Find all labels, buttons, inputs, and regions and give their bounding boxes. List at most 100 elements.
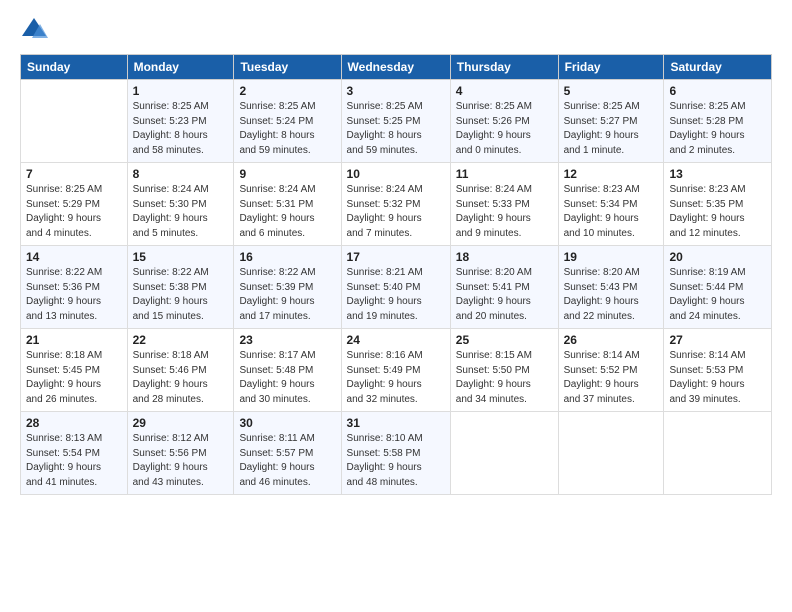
day-number: 8 xyxy=(133,167,229,181)
day-info: Sunrise: 8:18 AMSunset: 5:46 PMDaylight:… xyxy=(133,349,229,407)
day-number: 12 xyxy=(564,167,659,181)
day-info: Sunrise: 8:24 AMSunset: 5:33 PMDaylight:… xyxy=(456,183,553,241)
day-number: 14 xyxy=(26,250,122,264)
calendar-cell: 10 Sunrise: 8:24 AMSunset: 5:32 PMDayligh… xyxy=(341,163,450,246)
day-info: Sunrise: 8:24 AMSunset: 5:30 PMDaylight:… xyxy=(133,183,229,241)
day-info: Sunrise: 8:18 AMSunset: 5:45 PMDaylight:… xyxy=(26,349,122,407)
day-info: Sunrise: 8:25 AMSunset: 5:27 PMDaylight:… xyxy=(564,100,659,158)
day-info: Sunrise: 8:25 AMSunset: 5:23 PMDaylight:… xyxy=(133,100,229,158)
day-info: Sunrise: 8:21 AMSunset: 5:40 PMDaylight:… xyxy=(347,266,445,324)
calendar-week-3: 14 Sunrise: 8:22 AMSunset: 5:36 PMDayligh… xyxy=(21,246,772,329)
calendar-cell: 23 Sunrise: 8:17 AMSunset: 5:48 PMDayligh… xyxy=(234,329,341,412)
logo-icon xyxy=(20,16,48,44)
day-info: Sunrise: 8:11 AMSunset: 5:57 PMDaylight:… xyxy=(239,432,335,490)
col-header-tuesday: Tuesday xyxy=(234,55,341,80)
calendar-cell: 31Sunrise: 8:10 AMSunset: 5:58 PMDayligh… xyxy=(341,412,450,495)
day-info: Sunrise: 8:24 AMSunset: 5:31 PMDaylight:… xyxy=(239,183,335,241)
day-info: Sunrise: 8:20 AMSunset: 5:43 PMDaylight:… xyxy=(564,266,659,324)
day-info: Sunrise: 8:25 AMSunset: 5:29 PMDaylight:… xyxy=(26,183,122,241)
day-info: Sunrise: 8:14 AMSunset: 5:53 PMDaylight:… xyxy=(669,349,766,407)
day-info: Sunrise: 8:25 AMSunset: 5:24 PMDaylight:… xyxy=(239,100,335,158)
calendar-cell xyxy=(21,80,128,163)
day-info: Sunrise: 8:22 AMSunset: 5:38 PMDaylight:… xyxy=(133,266,229,324)
day-number: 6 xyxy=(669,84,766,98)
day-number: 20 xyxy=(669,250,766,264)
day-number: 4 xyxy=(456,84,553,98)
calendar-header: SundayMondayTuesdayWednesdayThursdayFrid… xyxy=(21,55,772,80)
calendar-week-5: 28Sunrise: 8:13 AMSunset: 5:54 PMDayligh… xyxy=(21,412,772,495)
day-info: Sunrise: 8:12 AMSunset: 5:56 PMDaylight:… xyxy=(133,432,229,490)
day-number: 24 xyxy=(347,333,445,347)
day-number: 30 xyxy=(239,416,335,430)
calendar-cell: 18 Sunrise: 8:20 AMSunset: 5:41 PMDayligh… xyxy=(450,246,558,329)
calendar-cell: 28Sunrise: 8:13 AMSunset: 5:54 PMDayligh… xyxy=(21,412,128,495)
calendar-cell: 2 Sunrise: 8:25 AMSunset: 5:24 PMDaylight… xyxy=(234,80,341,163)
col-header-thursday: Thursday xyxy=(450,55,558,80)
col-header-saturday: Saturday xyxy=(664,55,772,80)
calendar-cell: 19 Sunrise: 8:20 AMSunset: 5:43 PMDayligh… xyxy=(558,246,664,329)
day-info: Sunrise: 8:25 AMSunset: 5:28 PMDaylight:… xyxy=(669,100,766,158)
calendar-cell: 8 Sunrise: 8:24 AMSunset: 5:30 PMDaylight… xyxy=(127,163,234,246)
col-header-friday: Friday xyxy=(558,55,664,80)
day-info: Sunrise: 8:25 AMSunset: 5:26 PMDaylight:… xyxy=(456,100,553,158)
calendar-cell: 13Sunrise: 8:23 AMSunset: 5:35 PMDayligh… xyxy=(664,163,772,246)
day-number: 10 xyxy=(347,167,445,181)
day-number: 7 xyxy=(26,167,122,181)
calendar-cell xyxy=(664,412,772,495)
day-info: Sunrise: 8:17 AMSunset: 5:48 PMDaylight:… xyxy=(239,349,335,407)
col-header-monday: Monday xyxy=(127,55,234,80)
calendar-body: 1Sunrise: 8:25 AMSunset: 5:23 PMDaylight… xyxy=(21,80,772,495)
calendar-cell: 5 Sunrise: 8:25 AMSunset: 5:27 PMDaylight… xyxy=(558,80,664,163)
calendar-cell: 6 Sunrise: 8:25 AMSunset: 5:28 PMDaylight… xyxy=(664,80,772,163)
header xyxy=(20,16,772,44)
day-number: 26 xyxy=(564,333,659,347)
day-number: 18 xyxy=(456,250,553,264)
day-info: Sunrise: 8:24 AMSunset: 5:32 PMDaylight:… xyxy=(347,183,445,241)
day-number: 2 xyxy=(239,84,335,98)
day-number: 23 xyxy=(239,333,335,347)
day-number: 28 xyxy=(26,416,122,430)
day-number: 5 xyxy=(564,84,659,98)
calendar-cell: 27 Sunrise: 8:14 AMSunset: 5:53 PMDayligh… xyxy=(664,329,772,412)
day-number: 11 xyxy=(456,167,553,181)
day-number: 19 xyxy=(564,250,659,264)
day-number: 13 xyxy=(669,167,766,181)
col-header-sunday: Sunday xyxy=(21,55,128,80)
day-info: Sunrise: 8:25 AMSunset: 5:25 PMDaylight:… xyxy=(347,100,445,158)
day-number: 29 xyxy=(133,416,229,430)
calendar-cell: 12 Sunrise: 8:23 AMSunset: 5:34 PMDayligh… xyxy=(558,163,664,246)
day-number: 9 xyxy=(239,167,335,181)
day-info: Sunrise: 8:20 AMSunset: 5:41 PMDaylight:… xyxy=(456,266,553,324)
day-number: 16 xyxy=(239,250,335,264)
day-info: Sunrise: 8:16 AMSunset: 5:49 PMDaylight:… xyxy=(347,349,445,407)
day-number: 27 xyxy=(669,333,766,347)
calendar-cell: 16 Sunrise: 8:22 AMSunset: 5:39 PMDayligh… xyxy=(234,246,341,329)
calendar-cell: 24 Sunrise: 8:16 AMSunset: 5:49 PMDayligh… xyxy=(341,329,450,412)
day-number: 21 xyxy=(26,333,122,347)
calendar-table: SundayMondayTuesdayWednesdayThursdayFrid… xyxy=(20,54,772,495)
calendar-cell: 25Sunrise: 8:15 AMSunset: 5:50 PMDayligh… xyxy=(450,329,558,412)
day-number: 15 xyxy=(133,250,229,264)
calendar-cell xyxy=(558,412,664,495)
day-info: Sunrise: 8:14 AMSunset: 5:52 PMDaylight:… xyxy=(564,349,659,407)
day-info: Sunrise: 8:19 AMSunset: 5:44 PMDaylight:… xyxy=(669,266,766,324)
day-number: 22 xyxy=(133,333,229,347)
calendar-cell: 4 Sunrise: 8:25 AMSunset: 5:26 PMDaylight… xyxy=(450,80,558,163)
day-number: 3 xyxy=(347,84,445,98)
calendar-cell: 15 Sunrise: 8:22 AMSunset: 5:38 PMDayligh… xyxy=(127,246,234,329)
day-number: 17 xyxy=(347,250,445,264)
day-info: Sunrise: 8:22 AMSunset: 5:36 PMDaylight:… xyxy=(26,266,122,324)
day-info: Sunrise: 8:22 AMSunset: 5:39 PMDaylight:… xyxy=(239,266,335,324)
calendar-cell: 22 Sunrise: 8:18 AMSunset: 5:46 PMDayligh… xyxy=(127,329,234,412)
day-info: Sunrise: 8:23 AMSunset: 5:34 PMDaylight:… xyxy=(564,183,659,241)
calendar-cell: 1Sunrise: 8:25 AMSunset: 5:23 PMDaylight… xyxy=(127,80,234,163)
calendar-cell: 20 Sunrise: 8:19 AMSunset: 5:44 PMDayligh… xyxy=(664,246,772,329)
calendar-cell: 17 Sunrise: 8:21 AMSunset: 5:40 PMDayligh… xyxy=(341,246,450,329)
calendar-cell: 14 Sunrise: 8:22 AMSunset: 5:36 PMDayligh… xyxy=(21,246,128,329)
calendar-cell: 21 Sunrise: 8:18 AMSunset: 5:45 PMDayligh… xyxy=(21,329,128,412)
logo xyxy=(20,16,52,44)
calendar-cell: 7 Sunrise: 8:25 AMSunset: 5:29 PMDaylight… xyxy=(21,163,128,246)
day-info: Sunrise: 8:10 AMSunset: 5:58 PMDaylight:… xyxy=(347,432,445,490)
calendar-cell: 9 Sunrise: 8:24 AMSunset: 5:31 PMDaylight… xyxy=(234,163,341,246)
calendar-cell: 29 Sunrise: 8:12 AMSunset: 5:56 PMDayligh… xyxy=(127,412,234,495)
